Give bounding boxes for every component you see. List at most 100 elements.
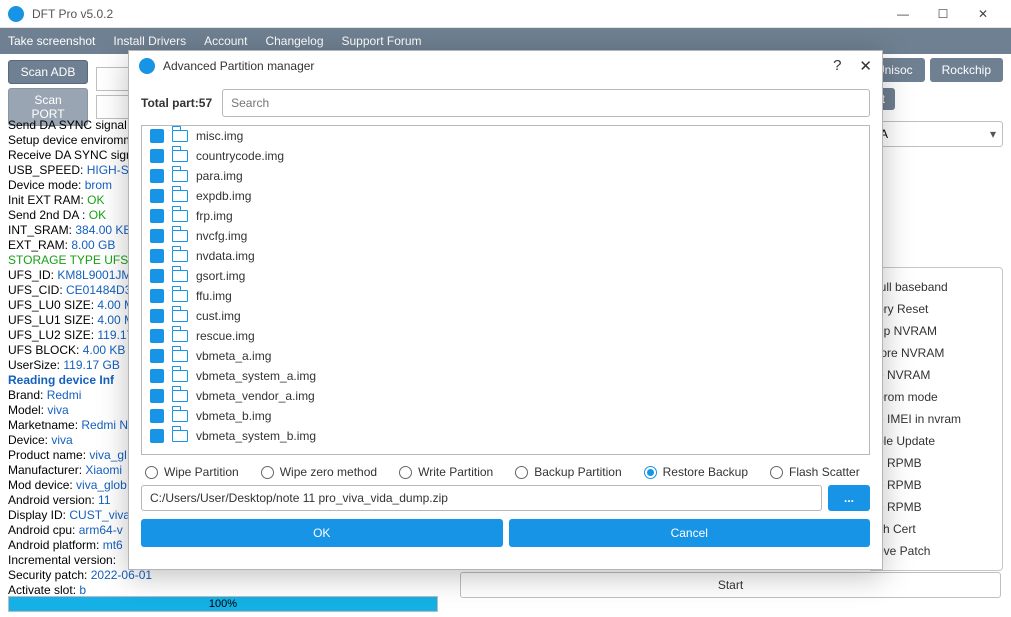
scan-adb-button[interactable]: Scan ADB [8, 60, 88, 84]
partition-row[interactable]: cust.img [142, 306, 869, 326]
dialog-icon [139, 58, 155, 74]
right-combo[interactable]: A [873, 121, 1003, 147]
progress-label: 100% [9, 598, 437, 610]
checkbox-icon[interactable] [150, 269, 164, 283]
partition-name: para.img [196, 169, 243, 183]
folder-icon [172, 130, 188, 142]
checkbox-icon[interactable] [150, 169, 164, 183]
folder-icon [172, 430, 188, 442]
partition-row[interactable]: ffu.img [142, 286, 869, 306]
side-item[interactable]: e RPMB [875, 474, 996, 496]
checkbox-icon[interactable] [150, 289, 164, 303]
radio-write[interactable]: Write Partition [399, 465, 493, 479]
cancel-button[interactable]: Cancel [509, 519, 871, 547]
radio-backup[interactable]: Backup Partition [515, 465, 621, 479]
partition-dialog: Advanced Partition manager ? ✕ Total par… [128, 50, 883, 570]
partition-row[interactable]: frp.img [142, 206, 869, 226]
partition-name: vbmeta_b.img [196, 409, 271, 423]
partition-row[interactable]: vbmeta_system_b.img [142, 426, 869, 446]
partition-row[interactable]: para.img [142, 166, 869, 186]
folder-icon [172, 190, 188, 202]
partition-row[interactable]: gsort.img [142, 266, 869, 286]
side-item[interactable]: d RPMB [875, 452, 996, 474]
side-item[interactable]: ory Reset [875, 298, 996, 320]
side-item[interactable]: ove Patch [875, 540, 996, 562]
folder-icon [172, 150, 188, 162]
ok-button[interactable]: OK [141, 519, 503, 547]
checkbox-icon[interactable] [150, 149, 164, 163]
folder-icon [172, 390, 188, 402]
partition-row[interactable]: vbmeta_system_a.img [142, 366, 869, 386]
partition-name: vbmeta_system_a.img [196, 369, 316, 383]
checkbox-icon[interactable] [150, 409, 164, 423]
tab-rockchip[interactable]: Rockchip [930, 58, 1003, 82]
close-button[interactable]: ✕ [963, 0, 1003, 28]
checkbox-icon[interactable] [150, 369, 164, 383]
partition-row[interactable]: expdb.img [142, 186, 869, 206]
partition-name: cust.img [196, 309, 241, 323]
checkbox-icon[interactable] [150, 249, 164, 263]
partition-list[interactable]: misc.img countrycode.img para.img expdb.img… [142, 126, 869, 454]
partition-name: rescue.img [196, 329, 255, 343]
radio-restore[interactable]: Restore Backup [644, 465, 748, 479]
side-item[interactable]: lull baseband [875, 276, 996, 298]
dialog-close-icon[interactable]: ✕ [859, 57, 872, 75]
checkbox-icon[interactable] [150, 189, 164, 203]
side-item[interactable]: e NVRAM [875, 364, 996, 386]
menu-screenshot[interactable]: Take screenshot [8, 34, 95, 48]
side-item[interactable]: e RPMB [875, 496, 996, 518]
folder-icon [172, 170, 188, 182]
partition-name: misc.img [196, 129, 243, 143]
titlebar: DFT Pro v5.0.2 — ☐ ✕ [0, 0, 1011, 28]
folder-icon [172, 330, 188, 342]
side-item[interactable]: sh Cert [875, 518, 996, 540]
partition-name: vbmeta_a.img [196, 349, 271, 363]
folder-icon [172, 370, 188, 382]
checkbox-icon[interactable] [150, 389, 164, 403]
checkbox-icon[interactable] [150, 309, 164, 323]
partition-name: frp.img [196, 209, 233, 223]
partition-name: gsort.img [196, 269, 245, 283]
partition-row[interactable]: vbmeta_a.img [142, 346, 869, 366]
side-item[interactable]: up NVRAM [875, 320, 996, 342]
partition-name: countrycode.img [196, 149, 284, 163]
folder-icon [172, 270, 188, 282]
log-line: Security patch: 2022-06-01 [8, 568, 438, 583]
partition-row[interactable]: vbmeta_vendor_a.img [142, 386, 869, 406]
menu-support[interactable]: Support Forum [342, 34, 422, 48]
checkbox-icon[interactable] [150, 429, 164, 443]
partition-row[interactable]: nvdata.img [142, 246, 869, 266]
menu-account[interactable]: Account [204, 34, 247, 48]
partition-name: vbmeta_vendor_a.img [196, 389, 315, 403]
checkbox-icon[interactable] [150, 349, 164, 363]
checkbox-icon[interactable] [150, 129, 164, 143]
checkbox-icon[interactable] [150, 329, 164, 343]
partition-row[interactable]: misc.img [142, 126, 869, 146]
menu-changelog[interactable]: Changelog [265, 34, 323, 48]
radio-row: Wipe Partition Wipe zero method Write Pa… [129, 455, 882, 485]
folder-icon [172, 410, 188, 422]
radio-wipe[interactable]: Wipe Partition [145, 465, 239, 479]
side-item[interactable]: tore NVRAM [875, 342, 996, 364]
side-item[interactable]: e IMEI in nvram [875, 408, 996, 430]
start-button[interactable]: Start [460, 572, 1001, 598]
radio-wipe-zero[interactable]: Wipe zero method [261, 465, 377, 479]
partition-row[interactable]: vbmeta_b.img [142, 406, 869, 426]
minimize-button[interactable]: — [883, 0, 923, 28]
partition-row[interactable]: rescue.img [142, 326, 869, 346]
browse-button[interactable]: ... [828, 485, 870, 511]
side-item[interactable]: ble Update [875, 430, 996, 452]
search-input[interactable] [222, 89, 870, 117]
help-icon[interactable]: ? [833, 57, 841, 75]
maximize-button[interactable]: ☐ [923, 0, 963, 28]
dialog-title: Advanced Partition manager [163, 59, 314, 73]
partition-row[interactable]: countrycode.img [142, 146, 869, 166]
checkbox-icon[interactable] [150, 229, 164, 243]
radio-flash[interactable]: Flash Scatter [770, 465, 860, 479]
partition-row[interactable]: nvcfg.img [142, 226, 869, 246]
path-input[interactable] [141, 485, 822, 511]
checkbox-icon[interactable] [150, 209, 164, 223]
menu-drivers[interactable]: Install Drivers [113, 34, 186, 48]
folder-icon [172, 210, 188, 222]
side-item[interactable]: brom mode [875, 386, 996, 408]
